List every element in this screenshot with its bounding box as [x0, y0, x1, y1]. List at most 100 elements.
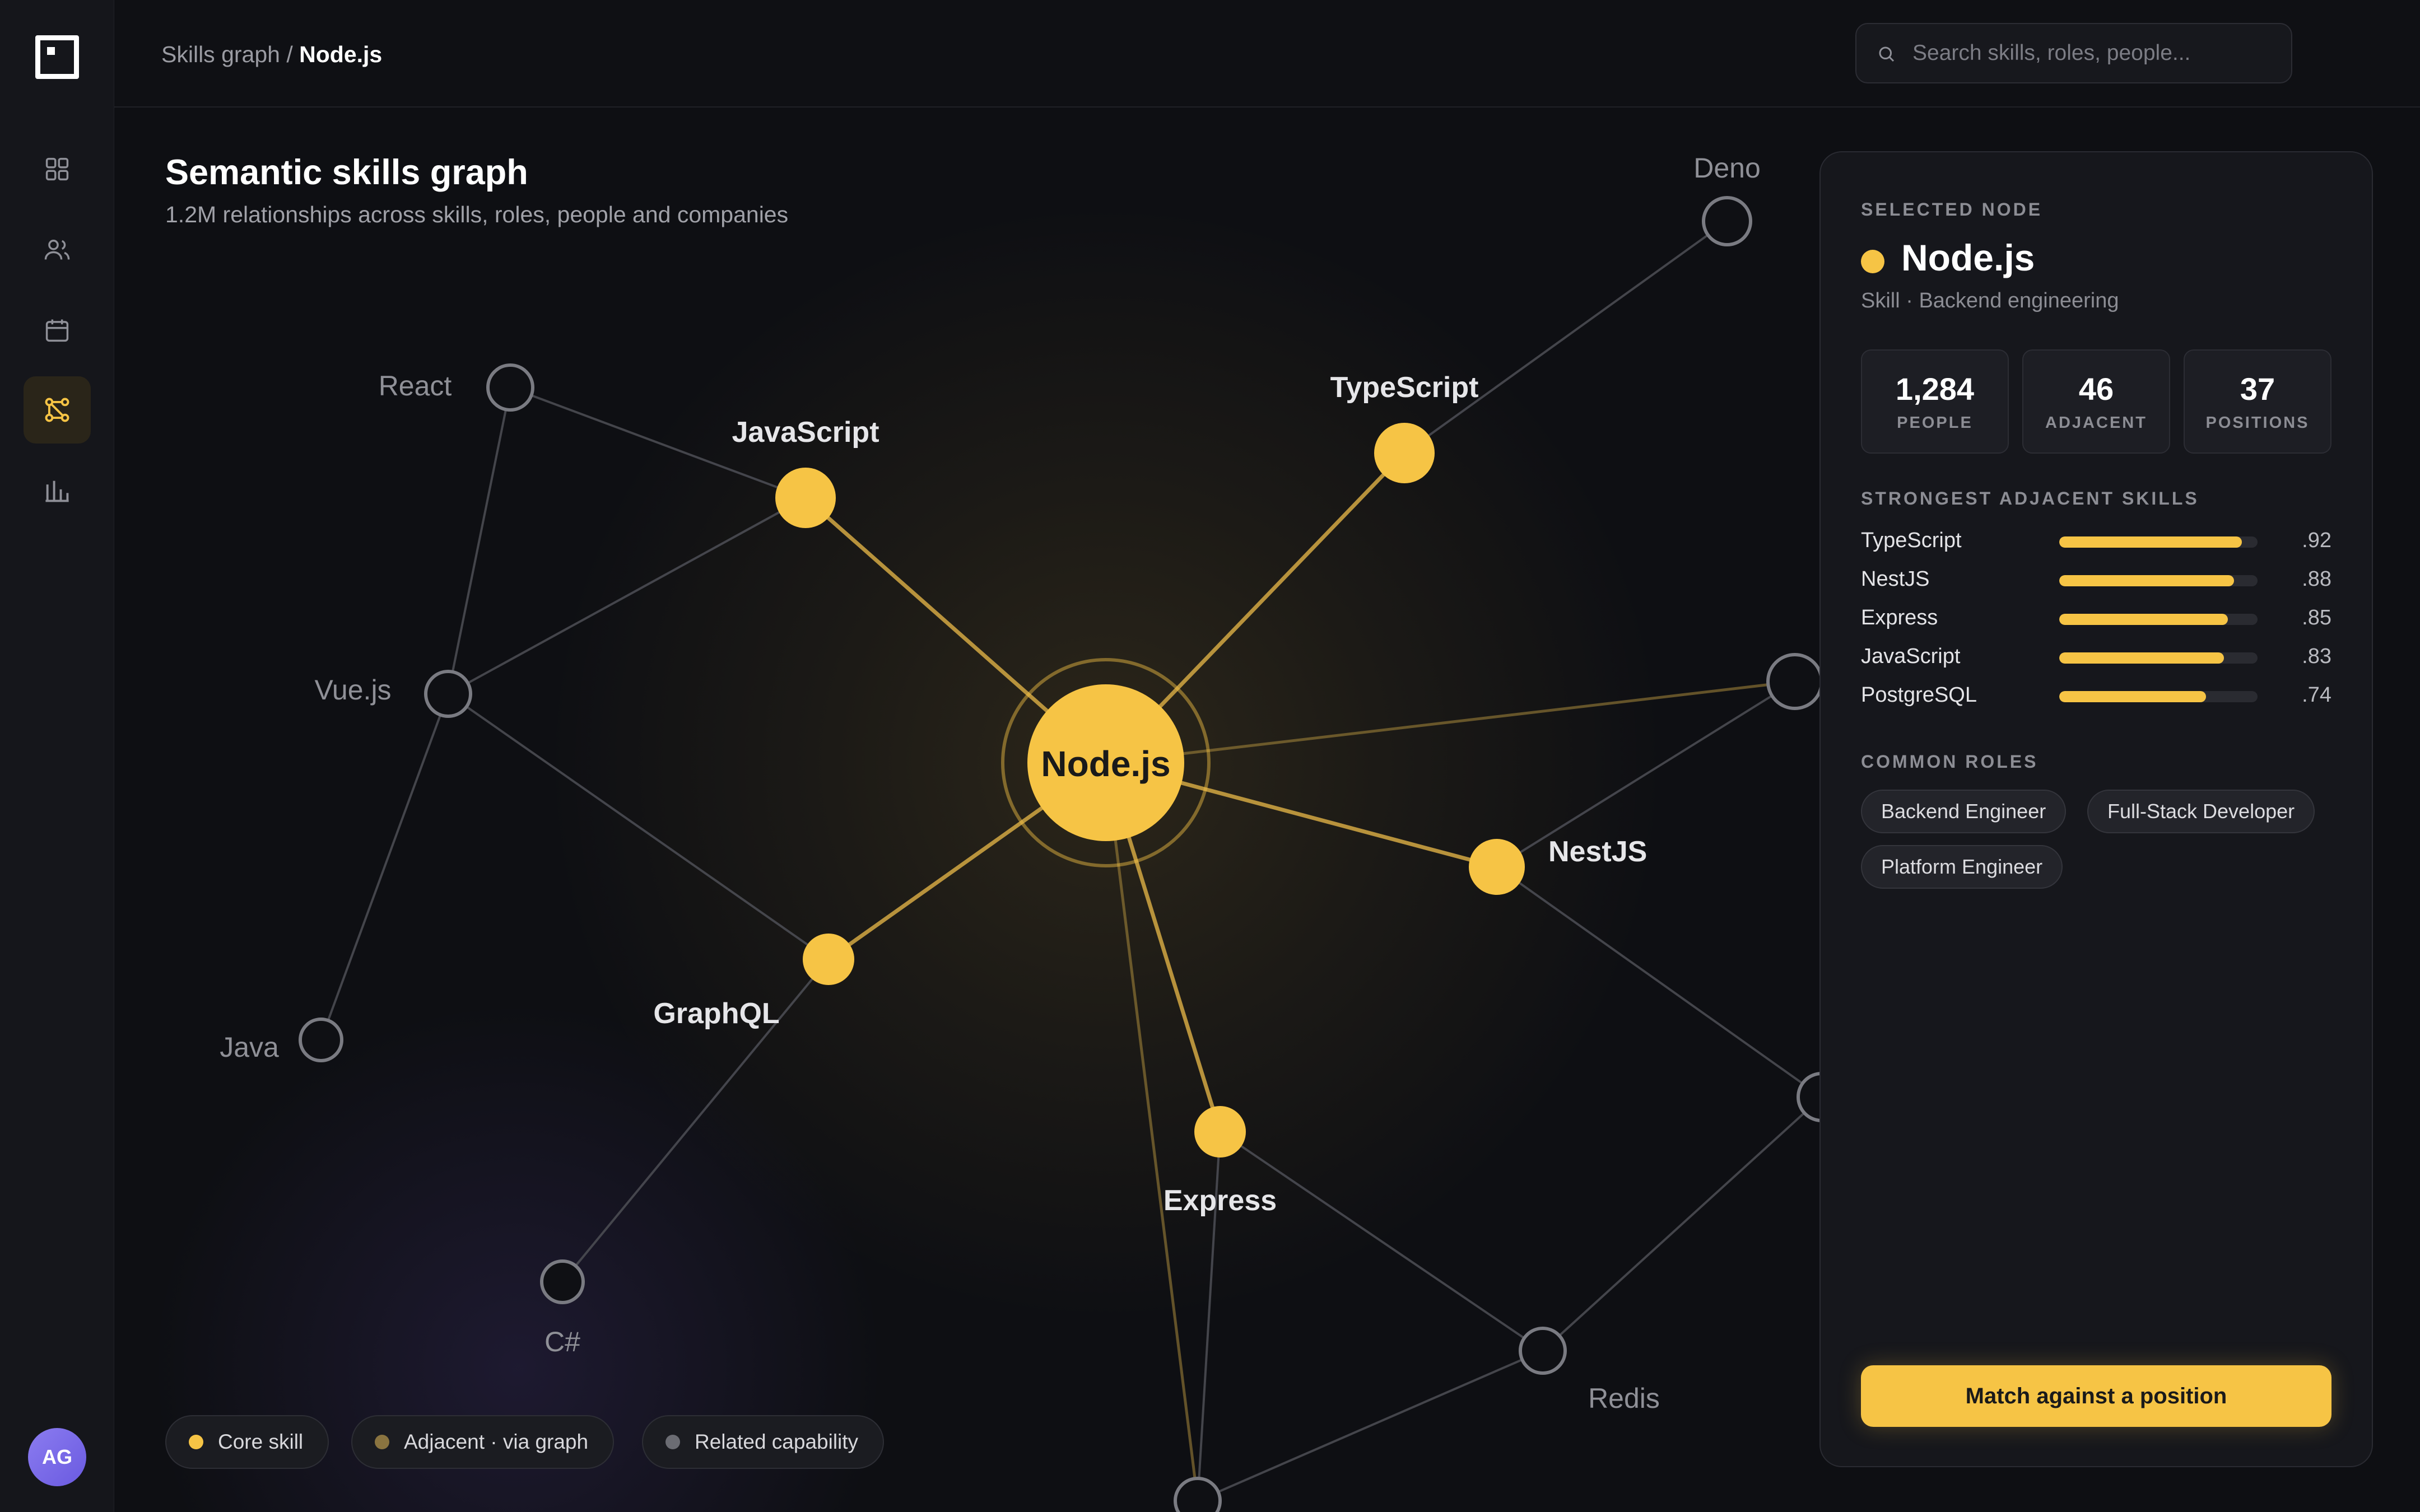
graph-node-react[interactable]: [486, 363, 534, 412]
stat-value: 37: [2240, 371, 2275, 407]
stat-label: ADJACENT: [2045, 414, 2147, 432]
skill-score: .92: [2302, 529, 2331, 552]
skill-score: .74: [2302, 683, 2331, 707]
graph-edge: [447, 387, 511, 694]
legend-label: Related capability: [695, 1430, 859, 1453]
graph-edge: [1496, 866, 1823, 1098]
breadcrumb: Skills graph / Node.js: [161, 41, 382, 68]
graph-node-label: Express: [1164, 1184, 1277, 1217]
grid-icon: [45, 157, 69, 181]
skill-bar-fill: [2059, 691, 2206, 702]
graph-node-hidden-bottom[interactable]: [1174, 1477, 1222, 1512]
breadcrumb-separator: /: [280, 41, 300, 67]
graph-node-hidden-right-1[interactable]: [1766, 653, 1823, 710]
sidebar: AG: [0, 0, 114, 1512]
graph-title: Semantic skills graph: [165, 153, 528, 192]
graph-node-label: Node.js: [1041, 744, 1170, 784]
graph-node-label: JavaScript: [732, 416, 879, 449]
graph-node-express[interactable]: [1194, 1106, 1246, 1158]
skill-score: .83: [2302, 645, 2331, 668]
stat-value: 1,284: [1895, 371, 1975, 407]
legend-adjacent[interactable]: Adjacent · via graph: [351, 1415, 615, 1469]
sidebar-avatar[interactable]: AG: [28, 1428, 86, 1486]
graph-node-typescript[interactable]: [1374, 423, 1435, 483]
role-chip[interactable]: Backend Engineer: [1861, 790, 2067, 833]
graph-node-graphql[interactable]: [803, 934, 854, 985]
skill-name: PostgreSQL: [1861, 683, 1977, 707]
stat-adjacent[interactable]: 46 ADJACENT: [2022, 349, 2170, 454]
skill-score: .88: [2302, 567, 2331, 591]
panel-eyebrow: SELECTED NODE: [1861, 199, 2043, 220]
graph-node-deno[interactable]: [1702, 196, 1752, 246]
skill-bar: [2059, 536, 2258, 548]
graph-edge: [447, 693, 830, 960]
skill-name: NestJS: [1861, 567, 1930, 591]
graph-edge: [1104, 762, 1199, 1501]
stat-people[interactable]: 1,284 PEOPLE: [1861, 349, 2009, 454]
graph-subtitle: 1.2M relationships across skills, roles,…: [165, 202, 789, 227]
graph-node-vue-js[interactable]: [424, 670, 472, 718]
selected-node-name: Node.js: [1901, 237, 2035, 278]
skill-score: .85: [2302, 606, 2331, 629]
nav-graph[interactable]: [24, 376, 91, 444]
role-chip[interactable]: Platform Engineer: [1861, 845, 2063, 889]
breadcrumb-parent[interactable]: Skills graph: [161, 41, 280, 67]
graph-node-label: NestJS: [1548, 836, 1647, 868]
skill-bar: [2059, 652, 2258, 664]
skill-row[interactable]: TypeScript .92: [1861, 528, 2331, 556]
skill-row[interactable]: Express .85: [1861, 605, 2331, 633]
graph-node-label: Java: [220, 1032, 279, 1063]
bar-chart-icon: [45, 480, 69, 502]
legend-dot-icon: [375, 1435, 389, 1449]
roles-heading: COMMON ROLES: [1861, 752, 2039, 772]
graph-node-label: GraphQL: [653, 997, 779, 1030]
skill-name: TypeScript: [1861, 529, 1962, 552]
legend-related-capability[interactable]: Related capability: [642, 1415, 885, 1469]
graph-node-label: TypeScript: [1330, 371, 1479, 404]
search-box[interactable]: [1855, 23, 2292, 83]
logo[interactable]: [35, 35, 79, 79]
nav-dashboard[interactable]: [24, 136, 91, 203]
nav-analytics[interactable]: [24, 457, 91, 524]
graph-edge: [1219, 1131, 1544, 1352]
skills-heading: STRONGEST ADJACENT SKILLS: [1861, 488, 2199, 508]
skill-row[interactable]: JavaScript .83: [1861, 643, 2331, 671]
graph-node-label: C#: [544, 1326, 580, 1357]
role-chip[interactable]: Full-Stack Developer: [2087, 790, 2315, 833]
graph-node-label: Redis: [1588, 1383, 1660, 1414]
graph-edge: [320, 693, 449, 1040]
graph-node-label: Vue.js: [314, 674, 391, 706]
graph-node-label: React: [379, 370, 452, 402]
stat-positions[interactable]: 37 POSITIONS: [2184, 349, 2331, 454]
stat-value: 46: [2078, 371, 2114, 407]
graph-node-c[interactable]: [540, 1259, 585, 1304]
skill-name: JavaScript: [1861, 645, 1961, 668]
stat-label: PEOPLE: [1897, 414, 1973, 432]
breadcrumb-current: Node.js: [299, 41, 383, 67]
legend-core-skill[interactable]: Core skill: [165, 1415, 329, 1469]
nav-people[interactable]: [24, 216, 91, 283]
selected-node-panel: SELECTED NODE Node.js Skill · Backend en…: [1819, 151, 2373, 1467]
skill-bar-fill: [2059, 614, 2228, 625]
selected-node-meta: Skill · Backend engineering: [1861, 289, 2119, 312]
skill-bar-fill: [2059, 652, 2224, 664]
topbar: Skills graph / Node.js AG: [114, 0, 2420, 108]
graph-node-nestjs[interactable]: [1469, 839, 1525, 895]
graph-node-java[interactable]: [299, 1018, 343, 1062]
skill-row[interactable]: NestJS .88: [1861, 566, 2331, 594]
skill-row[interactable]: PostgreSQL .74: [1861, 682, 2331, 710]
graph-icon: [45, 398, 69, 422]
stat-label: POSITIONS: [2205, 414, 2310, 432]
legend-label: Adjacent · via graph: [404, 1430, 589, 1453]
graph-node-redis[interactable]: [1519, 1327, 1567, 1375]
calendar-icon: [45, 319, 69, 342]
legend-dot-icon: [666, 1435, 680, 1449]
graph-node-label: Deno: [1693, 152, 1761, 184]
graph-edge: [448, 497, 806, 695]
skill-bar: [2059, 575, 2258, 586]
match-position-button[interactable]: Match against a position: [1861, 1365, 2331, 1427]
search-input[interactable]: [1912, 24, 2282, 82]
nav-calendar[interactable]: [24, 297, 91, 364]
legend-dot-icon: [189, 1435, 203, 1449]
graph-node-javascript[interactable]: [775, 468, 836, 528]
